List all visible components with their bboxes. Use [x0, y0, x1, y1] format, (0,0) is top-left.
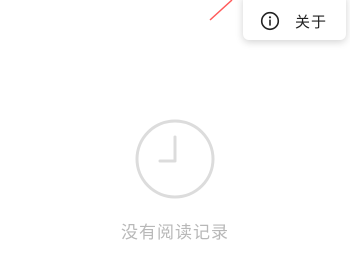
about-label: 关于: [295, 12, 328, 31]
info-icon: [260, 11, 280, 31]
page: 关于 没有阅读记录: [0, 0, 350, 266]
about-menu-item[interactable]: 关于: [243, 0, 346, 40]
clock-icon: [135, 119, 215, 199]
empty-state: 没有阅读记录: [0, 118, 350, 243]
empty-message: 没有阅读记录: [121, 223, 229, 243]
